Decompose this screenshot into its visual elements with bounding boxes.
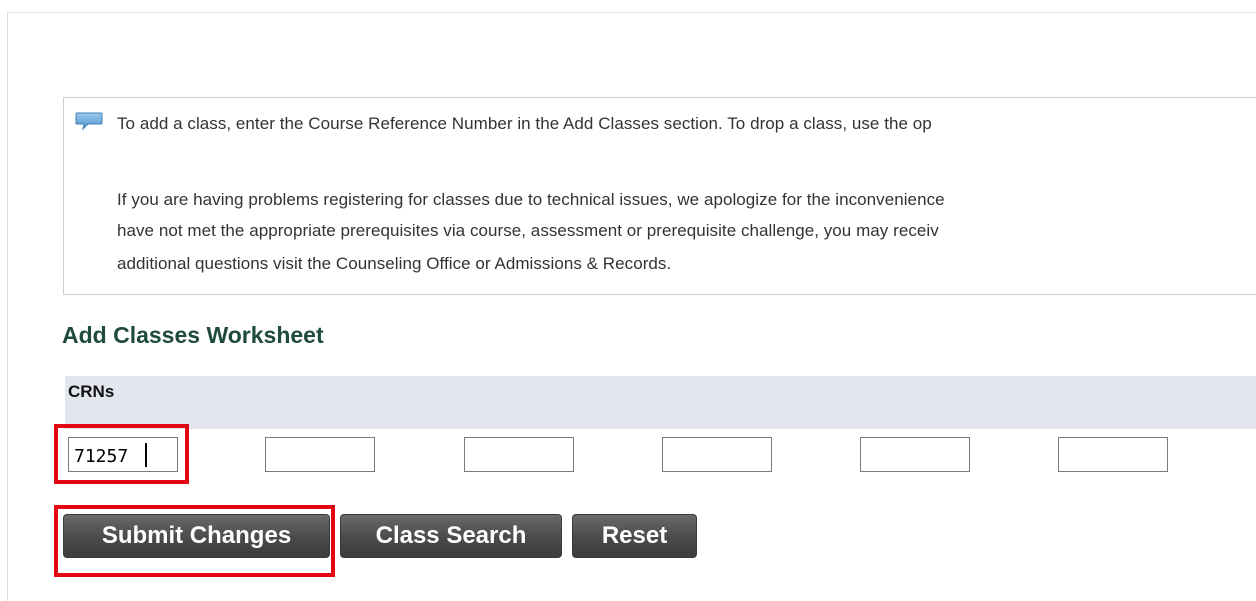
crn-input-6[interactable] — [1058, 437, 1168, 472]
info-message-box: To add a class, enter the Course Referen… — [63, 97, 1256, 295]
crn-input-2[interactable] — [265, 437, 375, 472]
speech-bubble-icon — [75, 112, 103, 131]
frame-left-border — [7, 12, 8, 601]
crn-input-highlight — [54, 424, 189, 484]
crn-input-4[interactable] — [662, 437, 772, 472]
crn-input-3[interactable] — [464, 437, 574, 472]
submit-button-highlight — [54, 505, 335, 577]
crn-column-header: CRNs — [68, 382, 115, 401]
worksheet-title: Add Classes Worksheet — [62, 322, 324, 348]
page: To add a class, enter the Course Referen… — [0, 0, 1256, 601]
info-line-3: have not met the appropriate prerequisit… — [117, 221, 939, 240]
info-line-2: If you are having problems registering f… — [117, 190, 945, 209]
class-search-button[interactable]: Class Search — [340, 514, 562, 558]
crn-input-5[interactable] — [860, 437, 970, 472]
frame-top-border — [7, 12, 1256, 13]
crn-header-band: CRNs — [65, 376, 1256, 429]
info-line-4: additional questions visit the Counselin… — [117, 254, 672, 273]
reset-button[interactable]: Reset — [572, 514, 697, 558]
info-line-1: To add a class, enter the Course Referen… — [117, 114, 932, 133]
